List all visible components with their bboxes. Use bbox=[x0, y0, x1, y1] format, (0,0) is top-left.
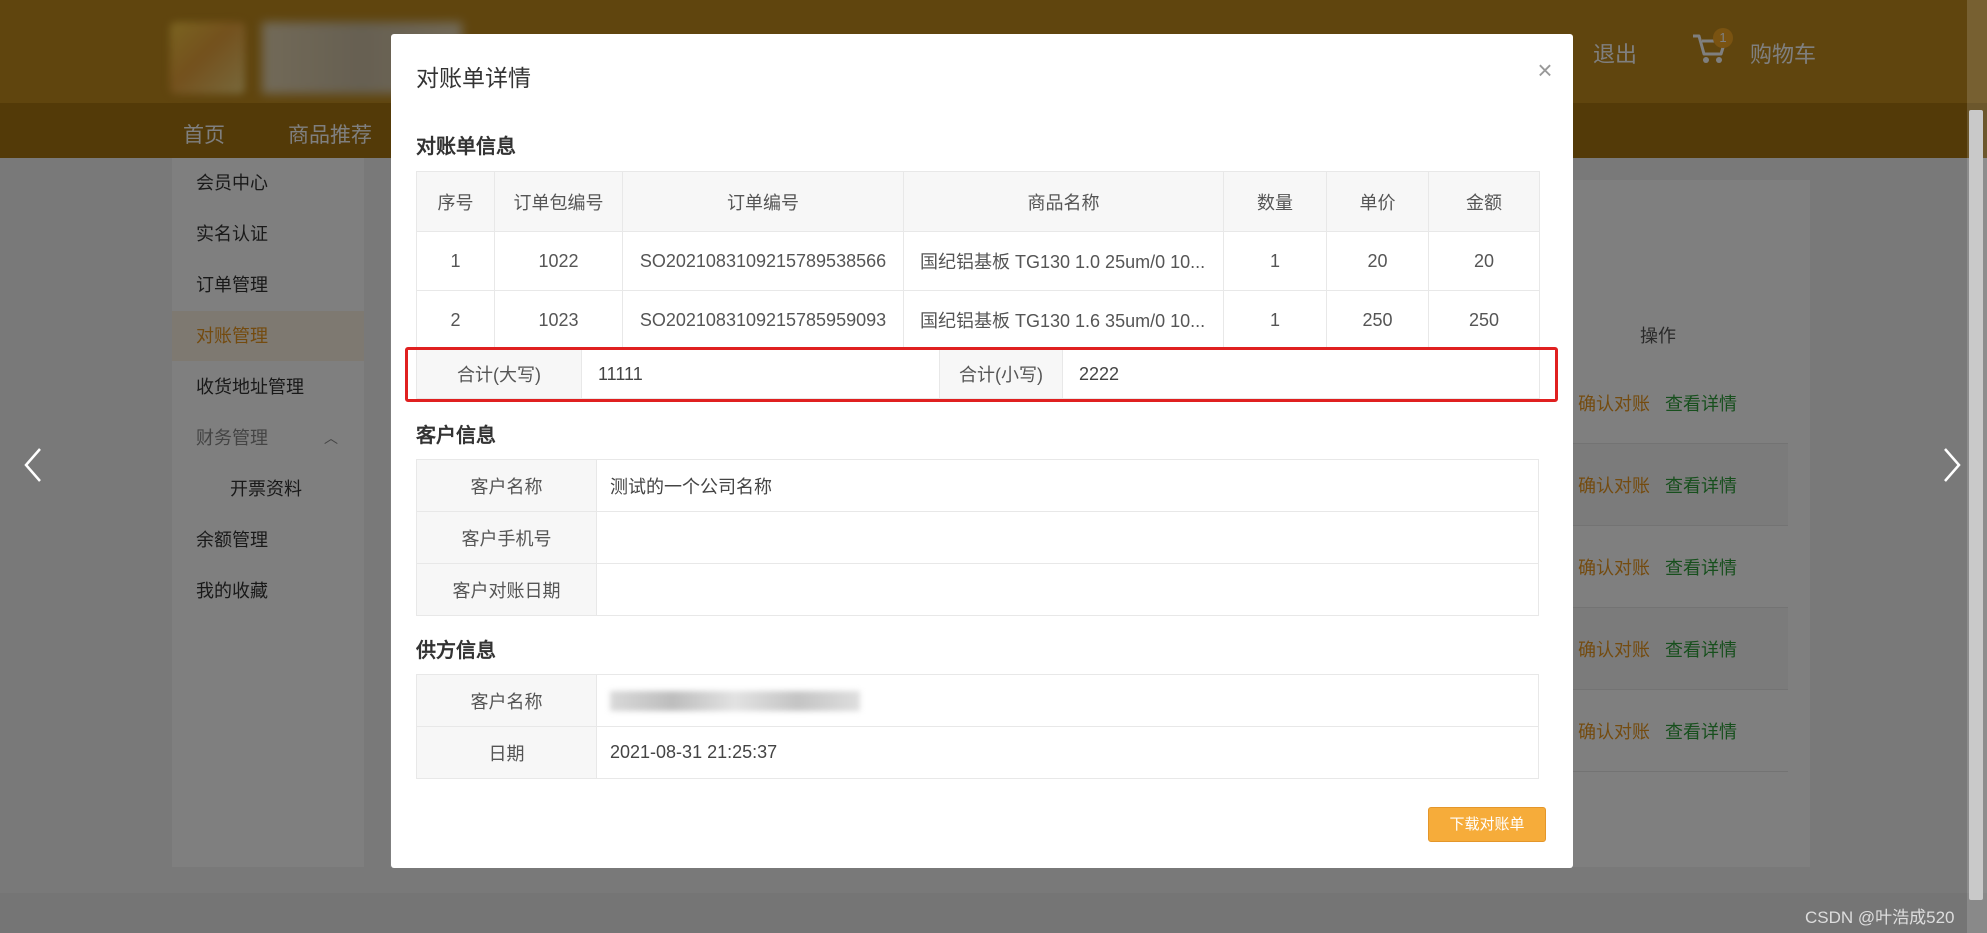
row-number: 2 bbox=[416, 290, 495, 350]
supplier-name-label: 客户名称 bbox=[416, 674, 597, 727]
customer-name-label: 客户名称 bbox=[416, 459, 597, 512]
column-header: 数量 bbox=[1223, 171, 1327, 232]
dialog-title: 对账单详情 bbox=[416, 65, 531, 91]
amount: 20 bbox=[1428, 231, 1540, 291]
column-header: 金额 bbox=[1428, 171, 1540, 232]
product-name: 国纪铝基板 TG130 1.0 25um/0 10... bbox=[903, 231, 1224, 291]
amount: 250 bbox=[1428, 290, 1540, 350]
info-row: 客户对账日期 bbox=[416, 563, 1539, 616]
table-row: 2 1023 SO2021083109215785959093 国纪铝基板 TG… bbox=[416, 290, 1540, 350]
quantity: 1 bbox=[1223, 231, 1327, 291]
customer-phone-value bbox=[596, 511, 1539, 564]
supplier-date-value: 2021-08-31 21:25:37 bbox=[596, 726, 1539, 779]
customer-name-value: 测试的一个公司名称 bbox=[596, 459, 1539, 512]
order-number: SO2021083109215789538566 bbox=[622, 231, 904, 291]
column-header: 单价 bbox=[1326, 171, 1429, 232]
order-items-table: 序号 订单包编号 订单编号 商品名称 数量 单价 金额 1 1022 SO202… bbox=[416, 171, 1540, 350]
unit-price: 20 bbox=[1326, 231, 1429, 291]
customer-date-label: 客户对账日期 bbox=[416, 563, 597, 616]
supplier-info-heading: 供方信息 bbox=[416, 640, 496, 662]
customer-date-value bbox=[596, 563, 1539, 616]
customer-info-heading: 客户信息 bbox=[416, 425, 496, 447]
supplier-name-value bbox=[596, 674, 1539, 727]
unit-price: 250 bbox=[1326, 290, 1429, 350]
supplier-info-table: 客户名称 日期 2021-08-31 21:25:37 bbox=[416, 674, 1539, 779]
info-row: 客户名称 bbox=[416, 674, 1539, 727]
close-icon[interactable]: × bbox=[1531, 56, 1559, 84]
download-statement-button[interactable]: 下载对账单 bbox=[1428, 807, 1546, 842]
statement-info-heading: 对账单信息 bbox=[416, 136, 516, 158]
customer-phone-label: 客户手机号 bbox=[416, 511, 597, 564]
package-number: 1023 bbox=[494, 290, 623, 350]
product-name: 国纪铝基板 TG130 1.6 35um/0 10... bbox=[903, 290, 1224, 350]
column-header: 序号 bbox=[416, 171, 495, 232]
table-row: 1 1022 SO2021083109215789538566 国纪铝基板 TG… bbox=[416, 231, 1540, 291]
customer-info-table: 客户名称 测试的一个公司名称 客户手机号 客户对账日期 bbox=[416, 459, 1539, 616]
info-row: 日期 2021-08-31 21:25:37 bbox=[416, 726, 1539, 779]
order-number: SO2021083109215785959093 bbox=[622, 290, 904, 350]
column-header: 订单包编号 bbox=[494, 171, 623, 232]
table-header-row: 序号 订单包编号 订单编号 商品名称 数量 单价 金额 bbox=[416, 171, 1540, 232]
chevron-right-icon[interactable] bbox=[1937, 445, 1967, 485]
supplier-date-label: 日期 bbox=[416, 726, 597, 779]
row-number: 1 bbox=[416, 231, 495, 291]
info-row: 客户手机号 bbox=[416, 511, 1539, 564]
watermark-text: CSDN @叶浩成520 bbox=[1805, 908, 1955, 927]
statement-detail-dialog: 对账单详情 × 对账单信息 序号 订单包编号 订单编号 商品名称 数量 单价 金… bbox=[391, 34, 1573, 868]
totals-highlight-annotation bbox=[405, 347, 1558, 402]
info-row: 客户名称 测试的一个公司名称 bbox=[416, 459, 1539, 512]
redacted-value bbox=[610, 691, 860, 712]
column-header: 商品名称 bbox=[903, 171, 1224, 232]
quantity: 1 bbox=[1223, 290, 1327, 350]
scrollbar-thumb[interactable] bbox=[1969, 110, 1983, 900]
package-number: 1022 bbox=[494, 231, 623, 291]
chevron-left-icon[interactable] bbox=[18, 445, 48, 485]
column-header: 订单编号 bbox=[622, 171, 904, 232]
